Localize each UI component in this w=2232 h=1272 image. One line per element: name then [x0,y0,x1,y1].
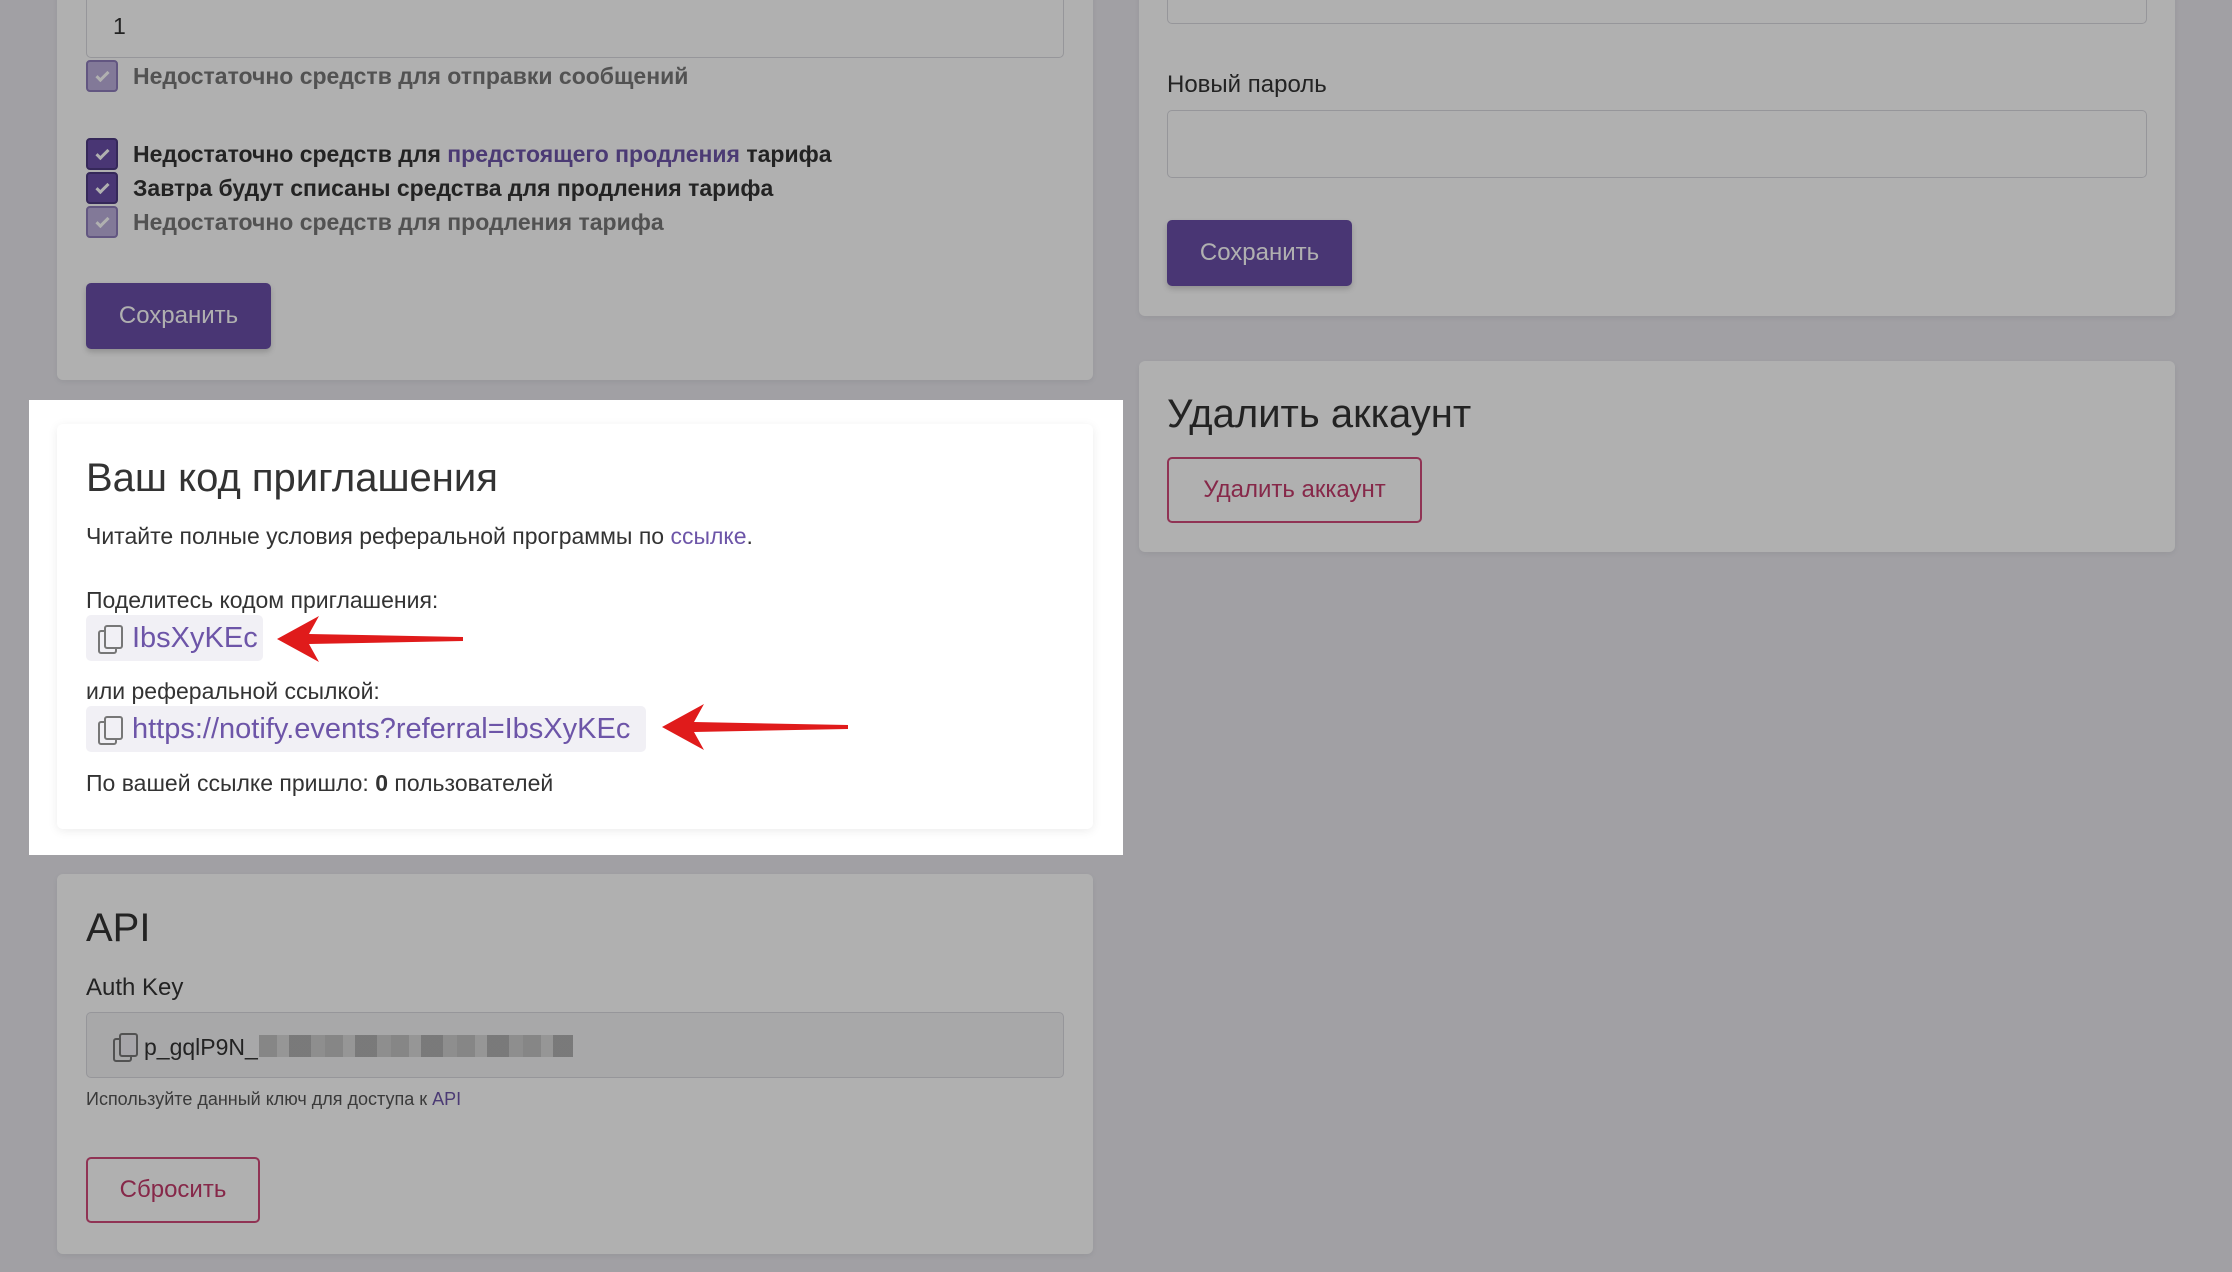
annotation-arrow-code [277,616,463,662]
annotation-arrow-link [662,704,848,750]
api-hint: Используйте данный ключ для доступа к AP… [86,1089,461,1110]
auth-key-redacted [259,1035,573,1057]
api-docs-link[interactable]: API [432,1089,461,1109]
copy-icon [98,625,123,654]
share-code-label: Поделитесь кодом приглашения: [86,587,439,613]
auth-key-value: p_gqlP9N_ [144,1034,258,1060]
upcoming-renewal-text-after: тарифа [739,141,832,167]
referral-stats: По вашей ссылке пришло: 0 пользователей [86,770,553,797]
checkbox-label-tomorrow-charge: Завтра будут списаны средства для продле… [133,175,774,201]
upcoming-renewal-text-before: Недостаточно средств для [133,141,448,167]
delete-account-title: Удалить аккаунт [1167,392,1472,436]
current-password-input[interactable] [1167,0,2147,24]
api-hint-text: Используйте данный ключ для доступа к [86,1089,433,1109]
checkbox-label-insufficient-renewal: Недостаточно средств для продления тариф… [133,209,664,235]
invite-terms-end: . [746,523,753,549]
auth-key-label: Auth Key [86,974,184,1001]
checkbox-insufficient-renewal[interactable] [86,206,118,238]
invite-terms: Читайте полные условия реферальной прогр… [86,523,753,550]
notifications-save-button[interactable]: Сохранить [86,283,271,349]
referral-stats-count: 0 [375,770,388,796]
referral-link-label: или реферальной ссылкой: [86,678,380,704]
auth-key-field[interactable]: p_gqlP9N_ [86,1012,1064,1078]
count-input-value: 1 [113,13,126,39]
checkbox-label-upcoming-renewal: Недостаточно средств для предстоящего пр… [133,141,832,168]
new-password-label: Новый пароль [1167,71,1327,98]
reset-key-button[interactable]: Сбросить [86,1157,260,1223]
checkbox-tomorrow-charge[interactable] [86,172,118,204]
upcoming-renewal-link[interactable]: предстоящего продления [447,141,740,167]
invite-code-chip[interactable]: IbsXyKEc [86,615,263,661]
checkbox-insufficient-messages[interactable] [86,60,118,92]
api-title: API [86,906,151,950]
invite-title: Ваш код приглашения [86,456,498,500]
referral-stats-text: По вашей ссылке пришло: [86,770,376,796]
copy-icon [98,716,123,745]
checkbox-label-insufficient-messages: Недостаточно средств для отправки сообще… [133,63,689,89]
referral-url: https://notify.events?referral=IbsXyKEc [132,712,631,745]
invite-terms-link[interactable]: ссылке [670,523,746,549]
checkbox-upcoming-renewal[interactable] [86,138,118,170]
delete-account-button[interactable]: Удалить аккаунт [1167,457,1422,523]
password-save-button[interactable]: Сохранить [1167,220,1352,286]
count-input[interactable]: 1 [86,0,1064,58]
copy-icon[interactable] [113,1033,138,1062]
invite-terms-text: Читайте полные условия реферальной прогр… [86,523,671,549]
new-password-input[interactable] [1167,110,2147,178]
referral-url-chip[interactable]: https://notify.events?referral=IbsXyKEc [86,706,646,752]
invite-code: IbsXyKEc [132,621,258,654]
referral-stats-unit: пользователей [388,770,554,796]
